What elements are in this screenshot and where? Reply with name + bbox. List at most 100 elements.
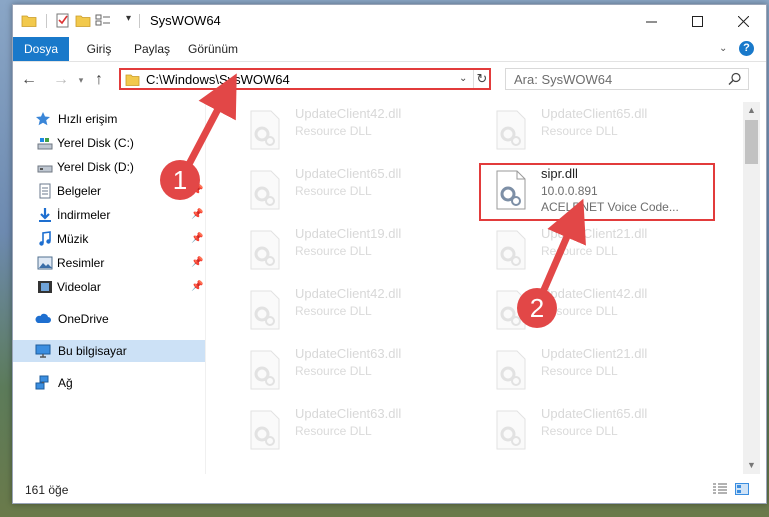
dll-file-icon: [496, 410, 526, 450]
file-item[interactable]: UpdateClient21.dll Resource DLL: [485, 342, 715, 398]
file-name: UpdateClient42.dll: [295, 106, 402, 121]
file-list: UpdateClient42.dll Resource DLL UpdateCl…: [209, 102, 743, 474]
back-arrow-icon[interactable]: ←: [19, 70, 39, 90]
tab-share[interactable]: Paylaş: [127, 37, 177, 61]
file-description: ACELPNET Voice Code...: [541, 200, 679, 214]
sidebar-item-pictures[interactable]: Resimler 📌: [13, 252, 205, 274]
sidebar-item-label: Belgeler: [57, 184, 102, 198]
file-description: Resource DLL: [541, 244, 618, 258]
sidebar-item-quick-access[interactable]: Hızlı erişim: [13, 108, 205, 130]
navigation-pane: Hızlı erişim Yerel Disk (C:) Yerel Disk …: [13, 102, 206, 474]
tab-view[interactable]: Görünüm: [183, 37, 243, 61]
dll-file-icon: [250, 350, 280, 390]
file-item[interactable]: UpdateClient21.dll Resource DLL: [485, 222, 715, 278]
expand-ribbon-chevron-icon[interactable]: ⌄: [719, 43, 727, 54]
new-folder-icon[interactable]: [75, 13, 91, 28]
address-dropdown-chevron-icon[interactable]: ⌄: [459, 73, 467, 84]
file-name: UpdateClient63.dll: [295, 406, 402, 421]
file-item[interactable]: UpdateClient42.dll Resource DLL: [239, 282, 469, 338]
file-item[interactable]: UpdateClient65.dll Resource DLL: [239, 162, 469, 218]
file-description: Resource DLL: [295, 124, 372, 138]
sidebar-item-label: Ağ: [58, 376, 73, 390]
videos-icon: [38, 281, 52, 293]
file-name: UpdateClient19.dll: [295, 226, 402, 241]
file-description: Resource DLL: [295, 304, 372, 318]
dll-file-icon: [496, 350, 526, 390]
vertical-scrollbar[interactable]: ▲ ▼: [743, 102, 760, 474]
close-button[interactable]: [720, 5, 766, 37]
title-separator: [139, 14, 140, 28]
navigation-bar: ← → ▾ ↑ C:\Windows\SysWOW64 ⌄ ↻ Ara: Sys…: [13, 62, 766, 98]
file-item[interactable]: UpdateClient19.dll Resource DLL: [239, 222, 469, 278]
folder-icon: [125, 74, 140, 86]
tab-file[interactable]: Dosya: [13, 37, 69, 61]
file-name: UpdateClient21.dll: [541, 346, 648, 361]
sidebar-item-label: Yerel Disk (C:): [57, 136, 134, 150]
file-item[interactable]: UpdateClient65.dll Resource DLL: [485, 102, 715, 158]
view-options-icon[interactable]: [95, 13, 111, 28]
search-input[interactable]: Ara: SysWOW64: [505, 68, 749, 90]
up-arrow-icon[interactable]: ↑: [89, 70, 109, 90]
file-description: Resource DLL: [295, 364, 372, 378]
pin-icon[interactable]: 📌: [191, 276, 203, 298]
callout-1: 1: [160, 160, 200, 200]
sidebar-item-videos[interactable]: Videolar 📌: [13, 276, 205, 298]
properties-check-icon[interactable]: [55, 13, 71, 28]
forward-arrow-icon[interactable]: →: [51, 70, 71, 90]
sidebar-item-label: Videolar: [57, 280, 101, 294]
documents-icon: [39, 183, 51, 199]
refresh-icon[interactable]: ↻: [473, 70, 490, 88]
file-name: UpdateClient65.dll: [541, 406, 648, 421]
computer-icon: [35, 344, 51, 358]
file-item[interactable]: UpdateClient63.dll Resource DLL: [239, 342, 469, 398]
sidebar-item-label: Yerel Disk (D:): [57, 160, 134, 174]
pictures-icon: [37, 256, 53, 270]
file-name: UpdateClient21.dll: [541, 226, 648, 241]
maximize-icon: [691, 15, 703, 27]
pin-icon[interactable]: 📌: [191, 252, 203, 274]
sidebar-item-label: Hızlı erişim: [58, 112, 118, 126]
sidebar-item-local-disk-c[interactable]: Yerel Disk (C:): [13, 132, 205, 154]
scroll-thumb[interactable]: [745, 120, 758, 164]
title-bar: ▾ SysWOW64: [13, 5, 766, 37]
sidebar-item-onedrive[interactable]: OneDrive: [13, 308, 205, 330]
sidebar-item-music[interactable]: Müzik 📌: [13, 228, 205, 250]
pin-icon[interactable]: 📌: [191, 204, 203, 226]
maximize-button[interactable]: [674, 5, 720, 37]
status-bar: 161 öğe: [13, 477, 766, 503]
dll-file-icon: [250, 110, 280, 150]
minimize-button[interactable]: [628, 5, 674, 37]
customize-toolbar-chevron-icon[interactable]: ▾: [126, 13, 131, 24]
details-view-icon[interactable]: [713, 483, 727, 495]
explorer-window: ▾ SysWOW64 Dosya Giriş Paylaş Görünüm ⌄ …: [12, 4, 767, 504]
sidebar-item-this-pc[interactable]: Bu bilgisayar: [13, 340, 205, 362]
tiles-view-icon[interactable]: [735, 483, 749, 495]
sidebar-item-network[interactable]: Ağ: [13, 372, 205, 394]
folder-icon[interactable]: [21, 13, 37, 28]
pin-icon[interactable]: 📌: [191, 228, 203, 250]
scroll-up-icon[interactable]: ▲: [743, 102, 760, 119]
callout-2: 2: [517, 288, 557, 328]
file-item-sipr-dll[interactable]: sipr.dll 10.0.0.891 ACELPNET Voice Code.…: [485, 162, 715, 218]
dll-file-icon: [250, 170, 280, 210]
file-item[interactable]: UpdateClient63.dll Resource DLL: [239, 402, 469, 458]
downloads-icon: [39, 208, 51, 222]
file-item[interactable]: UpdateClient65.dll Resource DLL: [485, 402, 715, 458]
recent-locations-chevron-icon[interactable]: ▾: [71, 70, 91, 90]
network-icon: [35, 375, 49, 390]
dll-file-icon: [250, 230, 280, 270]
file-item[interactable]: UpdateClient42.dll Resource DLL: [239, 102, 469, 158]
scroll-down-icon[interactable]: ▼: [743, 457, 760, 474]
address-bar[interactable]: C:\Windows\SysWOW64 ⌄ ↻: [119, 68, 491, 90]
tab-home[interactable]: Giriş: [77, 37, 121, 61]
dll-file-icon: [250, 410, 280, 450]
drive-icon: [37, 165, 53, 173]
sidebar-item-downloads[interactable]: İndirmeler 📌: [13, 204, 205, 226]
ribbon-tabs: Dosya Giriş Paylaş Görünüm ⌄ ?: [13, 37, 766, 62]
file-description: Resource DLL: [541, 124, 618, 138]
music-icon: [39, 231, 51, 246]
search-icon[interactable]: [728, 72, 742, 86]
file-description: Resource DLL: [295, 244, 372, 258]
quick-access-separator: [46, 14, 47, 28]
help-icon[interactable]: ?: [739, 41, 754, 56]
